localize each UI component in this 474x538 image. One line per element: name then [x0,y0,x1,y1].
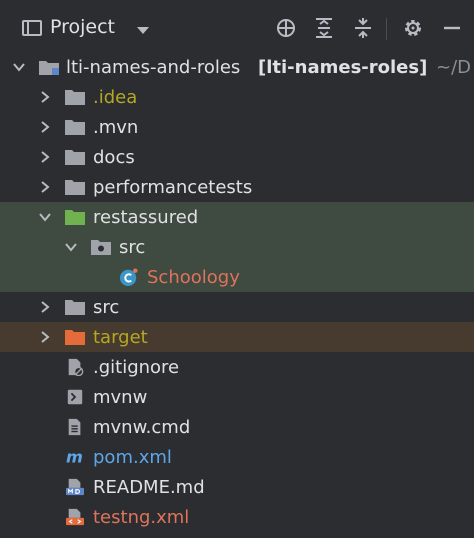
folder-icon [65,90,85,105]
gear-icon[interactable] [402,17,424,39]
folder-icon [65,150,85,165]
chevron-right-icon[interactable] [38,300,52,314]
terminal-file-icon [67,389,83,405]
svg-text:m: m [66,448,83,466]
tree-item-label: pom.xml [93,447,172,468]
tree-row-readme[interactable]: README.md [0,472,474,502]
tree-row-mvnw[interactable]: mvnw [0,382,474,412]
tree-item-label: mvnw.cmd [93,417,191,438]
chevron-down-icon[interactable] [64,240,78,254]
minimize-icon[interactable] [441,17,463,39]
tree-row-pom-xml[interactable]: m pom.xml [0,442,474,472]
chevron-right-icon[interactable] [38,120,52,134]
tree-row-mvnw-cmd[interactable]: mvnw.cmd [0,412,474,442]
folder-icon [65,120,85,135]
toolbar-separator [386,18,387,40]
tree-item-label: .idea [93,87,138,108]
tree-item-label: Schoology [147,267,240,288]
chevron-right-icon[interactable] [38,180,52,194]
root-path: ~/D [436,57,472,78]
tree-item-label: restassured [93,207,199,228]
tree-row-restassured[interactable]: restassured [0,202,474,232]
tree-row-idea[interactable]: .idea [0,82,474,112]
folder-icon [65,180,85,195]
tree-item-label: mvnw [93,387,148,408]
tree-row-restassured-src[interactable]: src [0,232,474,262]
view-mode-icon[interactable] [22,20,42,36]
tree-item-label: target [93,327,148,348]
chevron-down-icon[interactable] [137,27,149,34]
tree-row-schoology[interactable]: Schoology [0,262,474,292]
gitignore-file-icon [68,358,84,376]
tree-item-label: testng.xml [93,507,190,528]
expand-all-icon[interactable] [313,17,335,39]
tree-item-label: docs [93,147,135,168]
tree-item-label: src [93,297,120,318]
java-class-icon [120,268,138,286]
tree-row-target[interactable]: target [0,322,474,352]
tree-item-label: .gitignore [93,357,180,378]
tree-item-label: .mvn [93,117,139,138]
module-folder-icon [65,210,85,225]
tree-item-label: README.md [93,477,205,498]
excluded-folder-icon [65,330,85,345]
tree-row-src[interactable]: src [0,292,474,322]
folder-icon [65,300,85,315]
chevron-down-icon[interactable] [12,60,26,74]
collapse-all-icon[interactable] [352,17,374,39]
locate-icon[interactable] [275,17,297,39]
tree-row-mvn[interactable]: .mvn [0,112,474,142]
text-file-icon [68,418,81,436]
tree-item-label: performancetests [93,177,253,198]
tree-row-root[interactable]: lti-names-and-roles [lti-names-roles] ~/… [0,52,474,82]
xml-file-icon [66,508,84,526]
tree-item-label: src [119,237,146,258]
chevron-down-icon[interactable] [38,210,52,224]
tree-row-docs[interactable]: docs [0,142,474,172]
maven-icon: m [66,448,83,466]
project-toolbar: Project [0,0,474,56]
tree-row-gitignore[interactable]: .gitignore [0,352,474,382]
root-module-name: [lti-names-roles] [258,57,428,78]
tree-row-testng-xml[interactable]: testng.xml [0,502,474,532]
markdown-file-icon [66,478,84,496]
tool-window-title[interactable]: Project [50,16,115,38]
tree-row-performancetests[interactable]: performancetests [0,172,474,202]
source-folder-icon [91,240,111,255]
chevron-right-icon[interactable] [38,90,52,104]
chevron-right-icon[interactable] [38,330,52,344]
root-name: lti-names-and-roles [66,57,241,78]
chevron-right-icon[interactable] [38,150,52,164]
module-folder-icon [39,61,59,75]
